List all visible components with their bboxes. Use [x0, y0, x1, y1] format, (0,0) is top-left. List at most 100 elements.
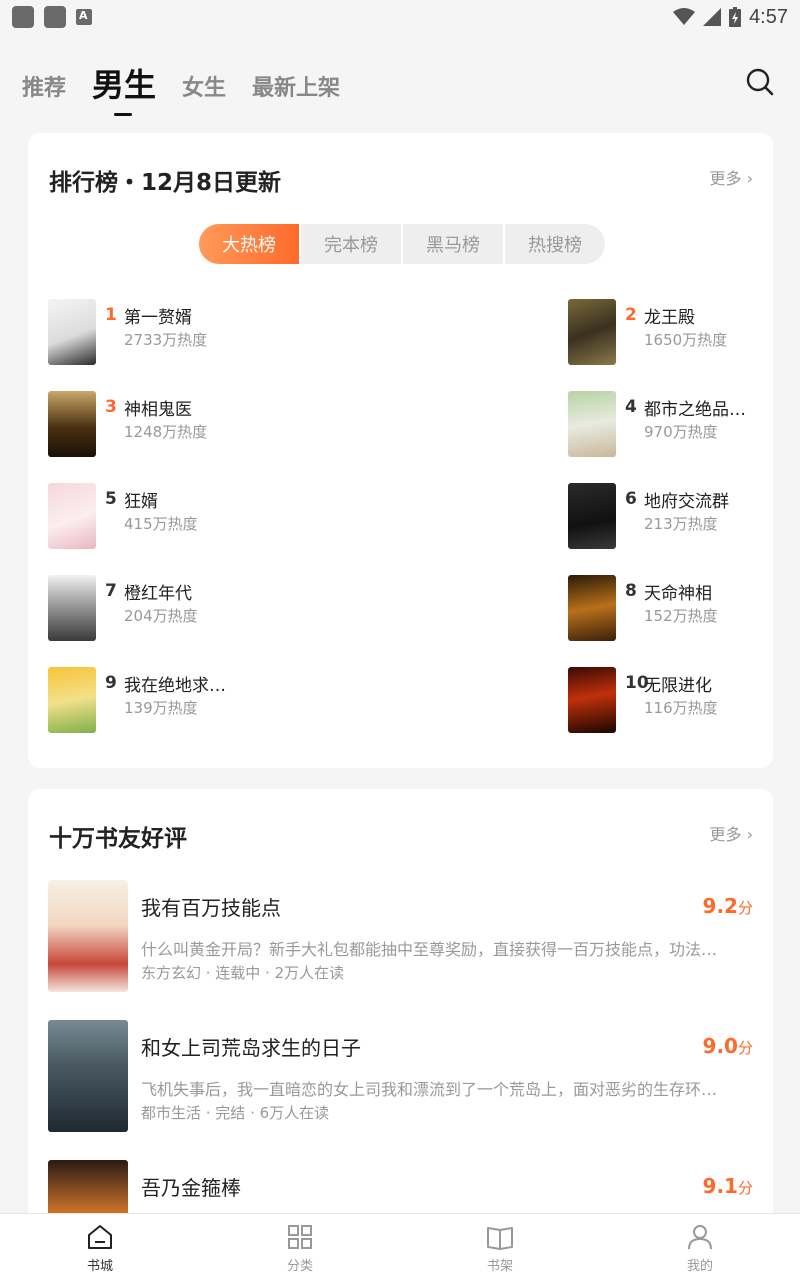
segment-completed[interactable]: 完本榜 — [301, 224, 401, 264]
tab-new-arrivals[interactable]: 最新上架 — [252, 70, 340, 116]
segment-hot[interactable]: 大热榜 — [199, 224, 299, 264]
rank-item[interactable]: 2 龙王殿 1650万热度 — [568, 299, 800, 365]
heat-value: 204万热度 — [124, 607, 198, 625]
heat-value: 1650万热度 — [644, 331, 728, 349]
tab-female[interactable]: 女生 — [182, 70, 226, 116]
book-cover — [568, 483, 616, 549]
user-icon — [688, 1225, 712, 1250]
book-name: 狂婿 — [124, 491, 158, 512]
segment-dark-horse[interactable]: 黑马榜 — [403, 224, 503, 264]
book-cover — [48, 1020, 128, 1132]
battery-icon — [729, 7, 742, 27]
review-item[interactable]: 我有百万技能点 9.2分 什么叫黄金开局？新手大礼包都能抽中至尊奖励，直接获得一… — [48, 880, 753, 994]
nav-label: 我的 — [686, 1259, 713, 1274]
book-title: 吾乃金箍棒 — [141, 1176, 241, 1200]
clock: 4:57 — [749, 5, 788, 28]
book-name: 我在绝地求… — [124, 675, 226, 696]
nav-profile[interactable]: 我的 — [600, 1214, 800, 1280]
heat-value: 139万热度 — [124, 699, 198, 717]
rank-item[interactable]: 10 无限进化 116万热度 — [568, 667, 800, 733]
rank-item[interactable]: 3 神相鬼医 1248万热度 — [48, 391, 298, 457]
rank-item[interactable]: 1 第一赘婿 2733万热度 — [48, 299, 298, 365]
heat-value: 213万热度 — [644, 515, 718, 533]
rank-number: 2 — [625, 305, 637, 325]
rank-number: 4 — [625, 397, 637, 417]
rank-item[interactable]: 6 地府交流群 213万热度 — [568, 483, 800, 549]
book-score: 9.2分 — [702, 894, 753, 918]
segment-hot-search[interactable]: 热搜榜 — [505, 224, 605, 264]
book-description: 什么叫黄金开局？新手大礼包都能抽中至尊奖励，直接获得一百万技能点，功法… — [141, 940, 718, 959]
home-icon — [88, 1225, 112, 1249]
reviews-title: 十万书友好评 — [49, 826, 187, 852]
book-cover — [48, 575, 96, 641]
rank-item[interactable]: 9 我在绝地求… 139万热度 — [48, 667, 298, 733]
book-meta: 东方玄幻 · 连载中 · 2万人在读 — [141, 964, 345, 982]
book-cover — [48, 667, 96, 733]
rank-number: 9 — [105, 673, 117, 693]
book-name: 天命神相 — [644, 583, 712, 604]
book-name: 地府交流群 — [644, 491, 729, 512]
book-name: 第一赘婿 — [124, 307, 192, 328]
book-score: 9.0分 — [702, 1034, 753, 1058]
reviews-card: 十万书友好评 更多 › 我有百万技能点 9.2分 什么叫黄金开局？新手大礼包都能… — [28, 789, 773, 1272]
book-cover — [48, 299, 96, 365]
rank-number: 5 — [105, 489, 117, 509]
ranking-segment-tabs: 大热榜 完本榜 黑马榜 热搜榜 — [199, 224, 605, 264]
heat-value: 2733万热度 — [124, 331, 208, 349]
rank-number: 3 — [105, 397, 117, 417]
book-description: 飞机失事后，我一直暗恋的女上司我和漂流到了一个荒岛上，面对恶劣的生存环… — [141, 1080, 718, 1099]
rank-number: 8 — [625, 581, 637, 601]
book-score: 9.1分 — [702, 1174, 753, 1198]
book-title: 我有百万技能点 — [141, 896, 281, 920]
heat-value: 415万热度 — [124, 515, 198, 533]
book-cover — [568, 575, 616, 641]
nav-bookshelf[interactable]: 书架 — [400, 1214, 600, 1280]
nav-label: 书城 — [86, 1259, 113, 1274]
book-title: 和女上司荒岛求生的日子 — [141, 1036, 361, 1060]
ranking-card: 排行榜・12月8日更新 更多 › 大热榜 完本榜 黑马榜 热搜榜 1 第一赘婿 2… — [28, 133, 773, 768]
book-icon — [487, 1227, 513, 1250]
review-item[interactable]: 和女上司荒岛求生的日子 9.0分 飞机失事后，我一直暗恋的女上司我和漂流到了一个… — [48, 1020, 753, 1134]
nav-label: 书架 — [486, 1259, 513, 1274]
reviews-more-link[interactable]: 更多 › — [710, 821, 754, 845]
rank-number: 7 — [105, 581, 117, 601]
book-cover — [48, 483, 96, 549]
rank-number: 6 — [625, 489, 637, 509]
book-name: 无限进化 — [644, 675, 712, 696]
app-notification-icon — [76, 9, 92, 25]
book-cover — [48, 391, 96, 457]
grid-icon — [288, 1225, 312, 1249]
heat-value: 116万热度 — [644, 699, 718, 717]
heat-value: 152万热度 — [644, 607, 718, 625]
rank-item[interactable]: 7 橙红年代 204万热度 — [48, 575, 298, 641]
signal-icon — [703, 8, 722, 26]
rank-number: 1 — [105, 305, 117, 325]
book-name: 神相鬼医 — [124, 399, 192, 420]
wifi-icon — [673, 8, 696, 25]
notification-icon — [44, 6, 66, 28]
tab-male[interactable]: 男生 — [92, 60, 156, 116]
search-icon[interactable] — [744, 66, 776, 98]
bottom-navigation: 书城 分类 书架 我的 — [0, 1213, 800, 1280]
book-cover — [568, 667, 616, 733]
book-name: 橙红年代 — [124, 583, 192, 604]
nav-category[interactable]: 分类 — [200, 1214, 400, 1280]
ranking-more-link[interactable]: 更多 › — [710, 165, 754, 189]
book-cover — [568, 299, 616, 365]
status-bar: 4:57 — [0, 0, 800, 34]
book-name: 都市之绝品… — [644, 399, 746, 420]
book-cover — [48, 880, 128, 992]
heat-value: 1248万热度 — [124, 423, 208, 441]
heat-value: 970万热度 — [644, 423, 718, 441]
rank-item[interactable]: 5 狂婿 415万热度 — [48, 483, 298, 549]
tab-recommend[interactable]: 推荐 — [22, 70, 66, 116]
ranking-title: 排行榜・12月8日更新 — [49, 170, 282, 196]
book-cover — [568, 391, 616, 457]
rank-item[interactable]: 4 都市之绝品… 970万热度 — [568, 391, 800, 457]
rank-item[interactable]: 8 天命神相 152万热度 — [568, 575, 800, 641]
book-name: 龙王殿 — [644, 307, 695, 328]
rank-number: 10 — [625, 673, 649, 693]
nav-label: 分类 — [286, 1259, 313, 1274]
book-meta: 都市生活 · 完结 · 6万人在读 — [141, 1104, 330, 1122]
nav-bookstore[interactable]: 书城 — [0, 1214, 200, 1280]
